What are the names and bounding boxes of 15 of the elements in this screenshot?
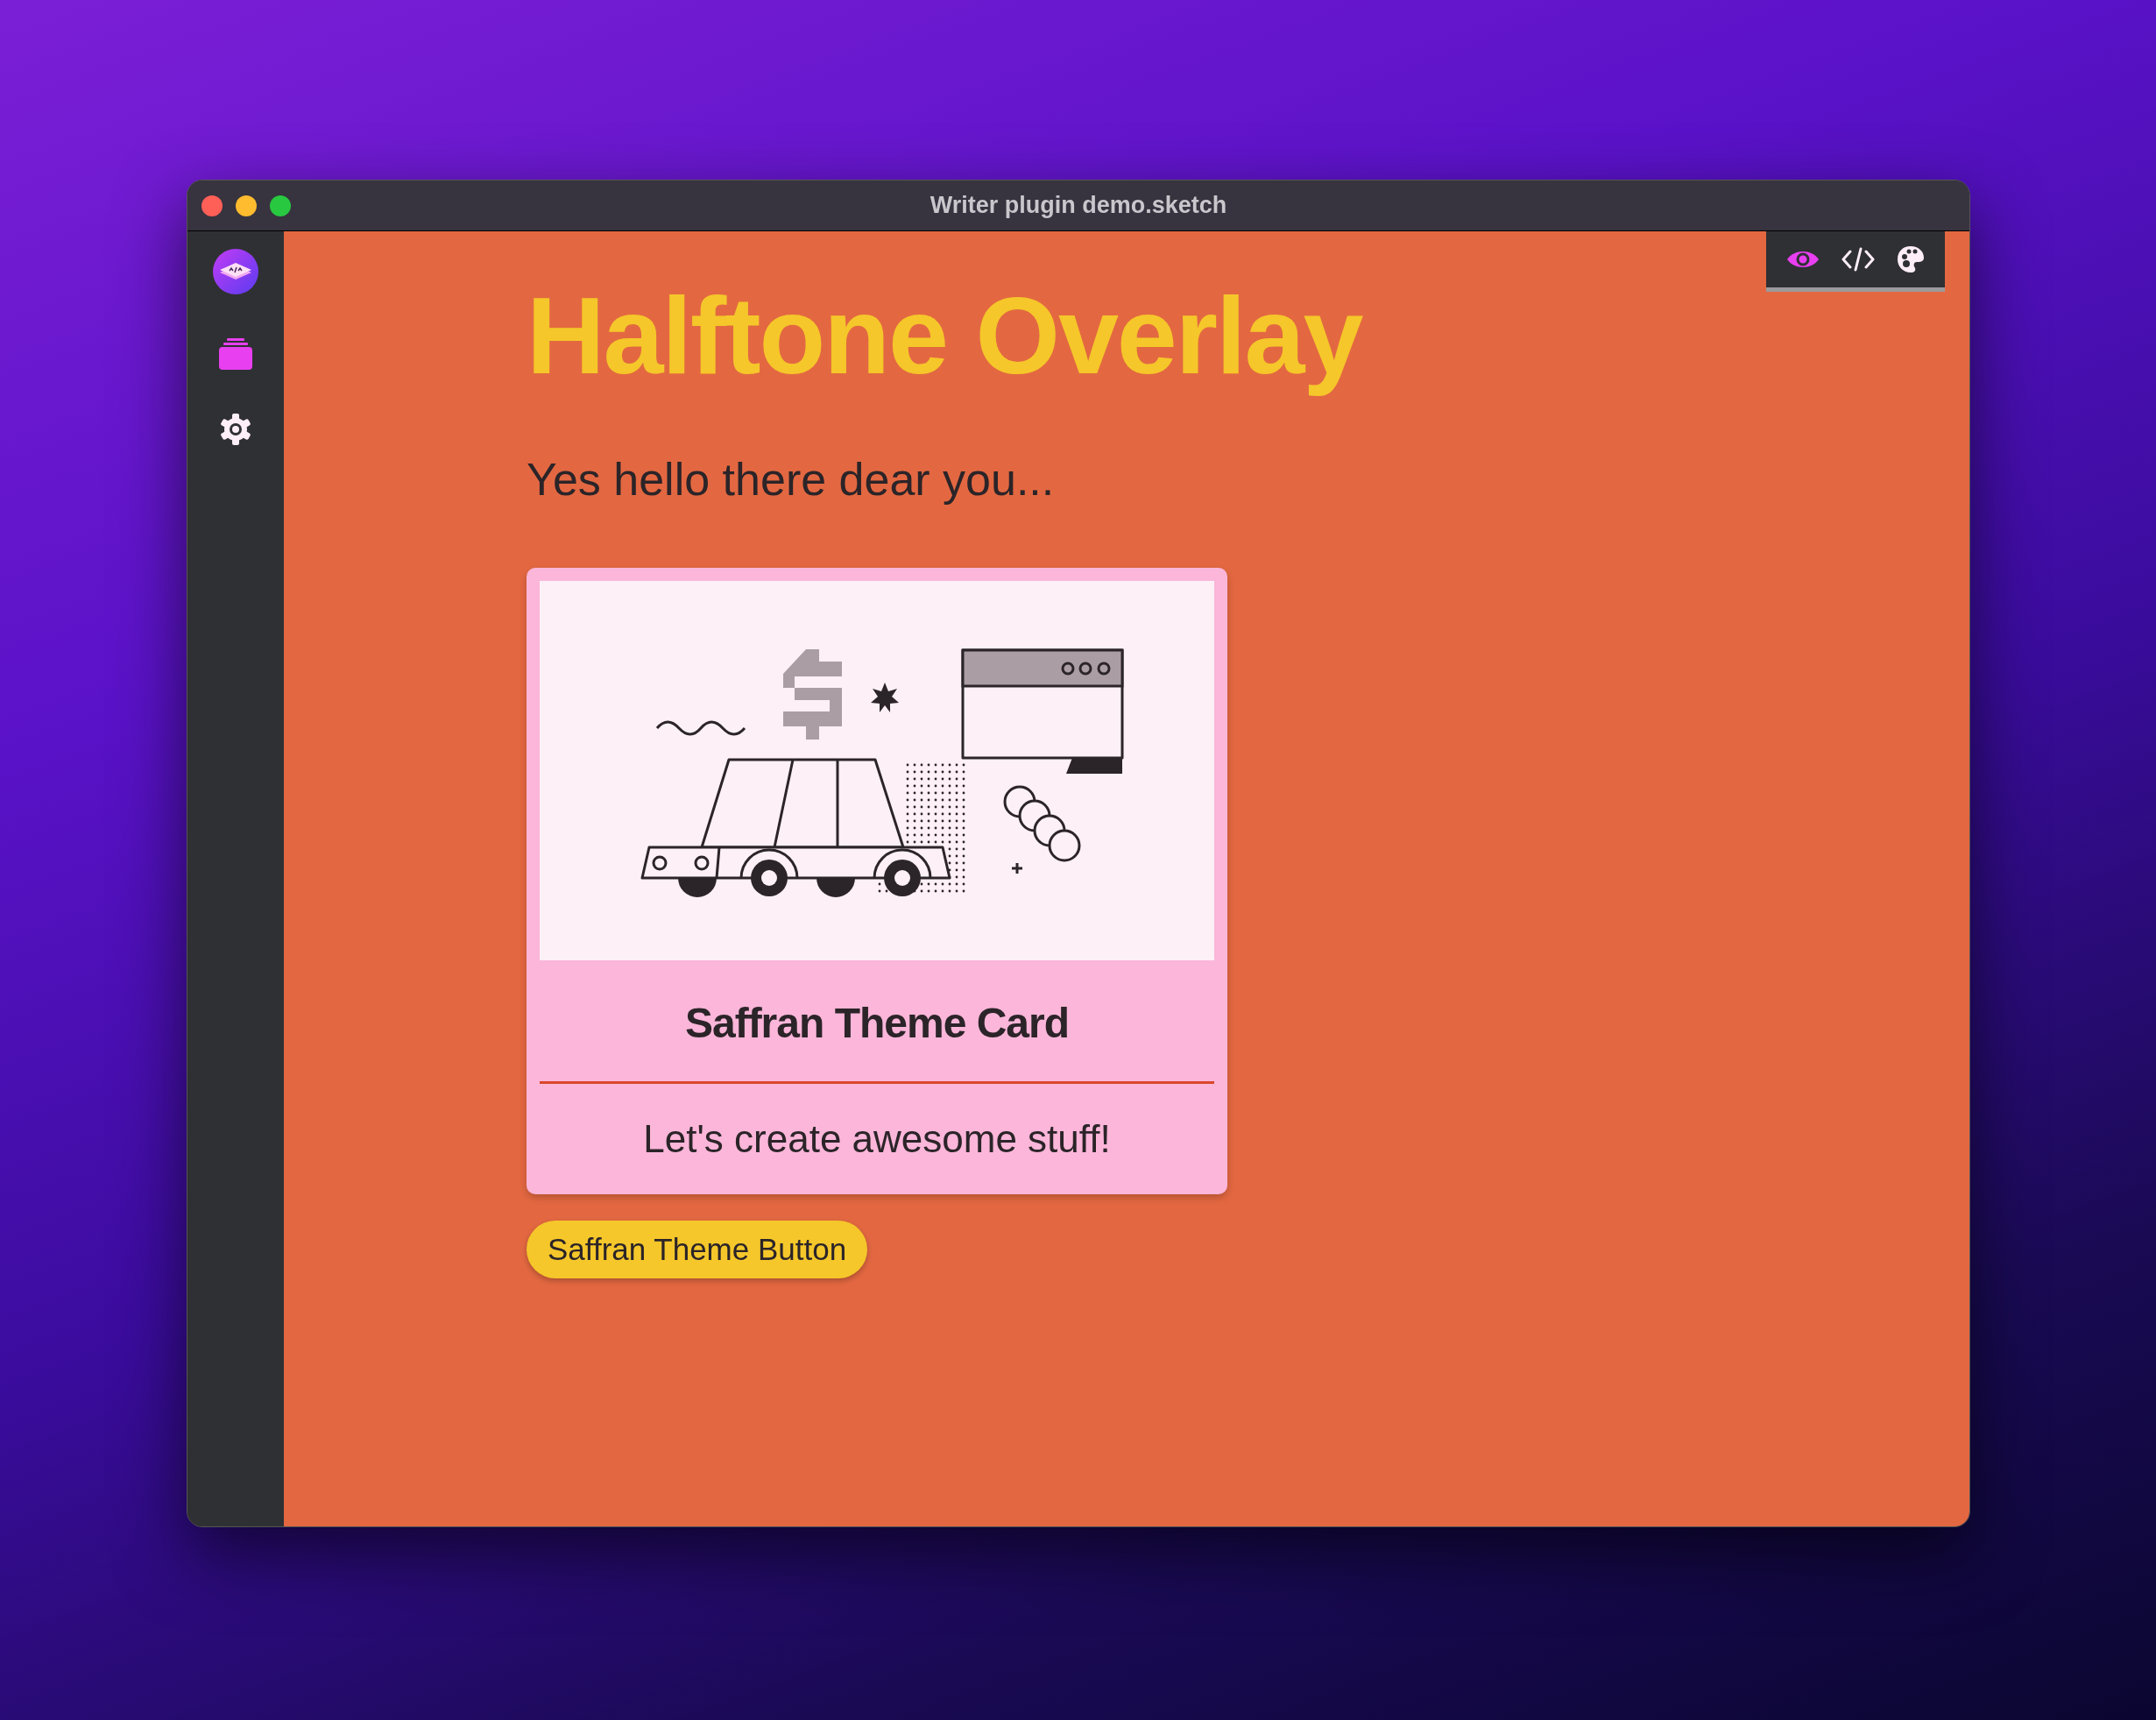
close-button[interactable] — [201, 195, 223, 216]
eye-icon[interactable] — [1785, 249, 1820, 270]
card-text: Let's create awesome stuff! — [642, 1115, 1112, 1162]
page-heading: Halftone Overlay — [527, 274, 1364, 398]
theme-button[interactable]: Saffran Theme Button — [527, 1220, 868, 1278]
minimize-button[interactable] — [236, 195, 257, 216]
logo-icon[interactable] — [213, 249, 258, 294]
zoom-button[interactable] — [270, 195, 291, 216]
code-icon[interactable] — [1841, 247, 1875, 272]
window-title: Writer plugin demo.sketch — [930, 191, 1227, 221]
palette-icon[interactable] — [1897, 245, 1926, 273]
card-title: Saffran Theme Card — [683, 998, 1071, 1048]
settings-icon[interactable] — [220, 414, 251, 445]
subtitle-text: Yes hello there dear you... — [527, 452, 1056, 506]
stack-icon[interactable] — [219, 338, 252, 370]
